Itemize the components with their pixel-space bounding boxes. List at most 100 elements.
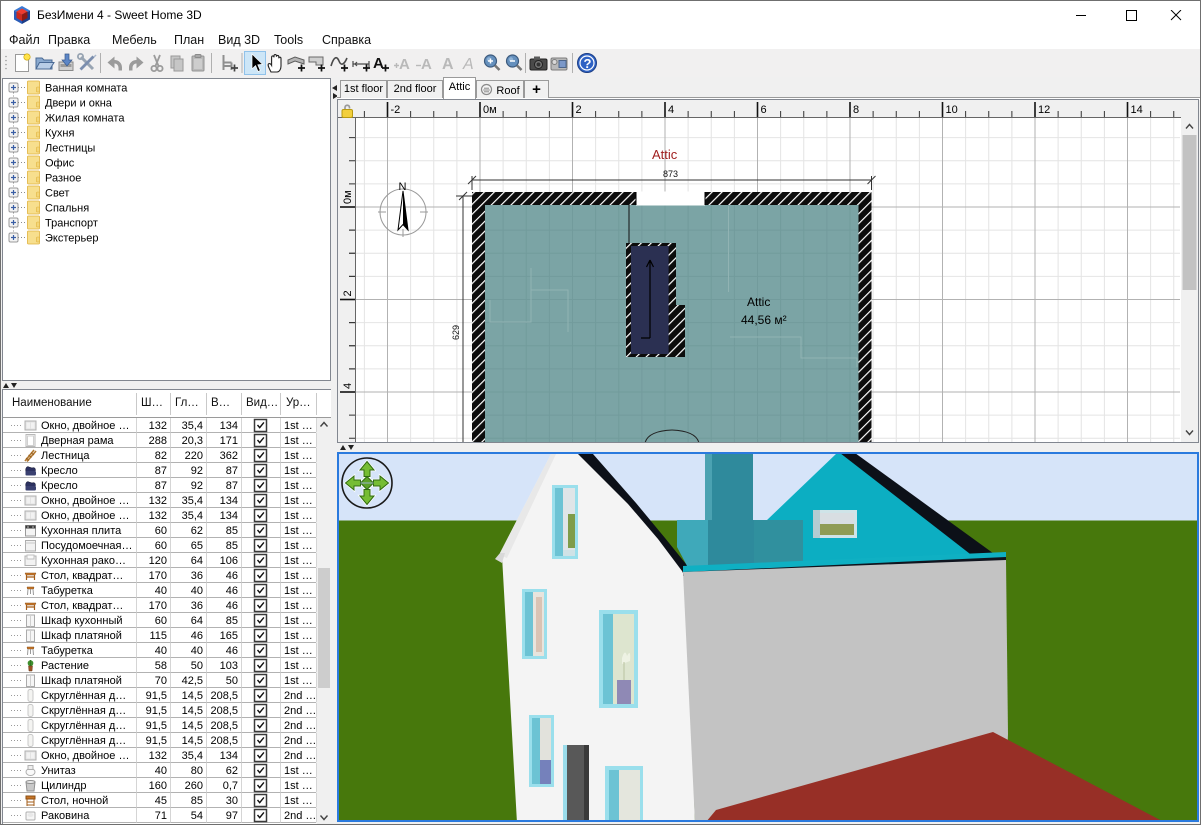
svg-text:1st …: 1st … xyxy=(284,525,313,537)
svg-text:1st …: 1st … xyxy=(284,495,313,507)
svg-text:14,5: 14,5 xyxy=(182,690,203,702)
svg-text:20,3: 20,3 xyxy=(182,435,203,447)
svg-text:Лестница: Лестница xyxy=(41,450,90,462)
svg-text:208,5: 208,5 xyxy=(210,705,238,717)
svg-text:170: 170 xyxy=(149,570,167,582)
svg-text:35,4: 35,4 xyxy=(182,420,203,432)
svg-text:873: 873 xyxy=(663,169,678,179)
svg-text:92: 92 xyxy=(191,465,203,477)
svg-text:Кресло: Кресло xyxy=(41,480,78,492)
svg-text:1st …: 1st … xyxy=(284,645,313,657)
svg-text:87: 87 xyxy=(226,480,238,492)
svg-text:0м: 0м xyxy=(342,190,354,204)
svg-text:106: 106 xyxy=(220,555,238,567)
svg-text:Скруглённая д…: Скруглённая д… xyxy=(41,720,126,732)
svg-text:2: 2 xyxy=(342,290,354,296)
svg-text:40: 40 xyxy=(191,645,203,657)
svg-text:91,5: 91,5 xyxy=(146,735,167,747)
svg-text:87: 87 xyxy=(155,480,167,492)
svg-text:46: 46 xyxy=(226,585,238,597)
svg-text:260: 260 xyxy=(185,780,203,792)
svg-text:A: A xyxy=(421,56,432,73)
svg-text:35,4: 35,4 xyxy=(182,510,203,522)
svg-text:42,5: 42,5 xyxy=(182,675,203,687)
svg-text:Окно, двойное …: Окно, двойное … xyxy=(41,750,129,762)
svg-text:Дверная рама: Дверная рама xyxy=(41,435,114,447)
svg-text:85: 85 xyxy=(226,525,238,537)
svg-text:36: 36 xyxy=(191,600,203,612)
svg-text:Разное: Разное xyxy=(45,173,81,185)
svg-text:132: 132 xyxy=(149,510,167,522)
svg-text:60: 60 xyxy=(155,525,167,537)
svg-text:Унитаз: Унитаз xyxy=(41,765,76,777)
svg-text:85: 85 xyxy=(191,795,203,807)
svg-text:1st …: 1st … xyxy=(284,780,313,792)
svg-text:40: 40 xyxy=(155,585,167,597)
svg-text:62: 62 xyxy=(226,765,238,777)
svg-text:10: 10 xyxy=(946,104,958,116)
svg-text:2nd …: 2nd … xyxy=(284,735,316,747)
svg-text:46: 46 xyxy=(226,570,238,582)
svg-text:4: 4 xyxy=(668,104,674,116)
svg-text:91,5: 91,5 xyxy=(146,720,167,732)
svg-text:58: 58 xyxy=(155,660,167,672)
svg-text:14,5: 14,5 xyxy=(182,720,203,732)
svg-text:Кухонная плита: Кухонная плита xyxy=(41,525,122,537)
svg-text:1st …: 1st … xyxy=(284,675,313,687)
svg-text:64: 64 xyxy=(191,555,203,567)
svg-text:Посудомоечная…: Посудомоечная… xyxy=(41,540,133,552)
svg-text:Attic: Attic xyxy=(747,295,770,309)
svg-text:0м: 0м xyxy=(483,104,497,116)
svg-text:Стол, квадрат…: Стол, квадрат… xyxy=(41,570,123,582)
svg-text:Транспорт: Транспорт xyxy=(45,218,98,230)
svg-text:Жилая комната: Жилая комната xyxy=(45,113,125,125)
svg-text:65: 65 xyxy=(191,540,203,552)
svg-text:1st …: 1st … xyxy=(284,585,313,597)
svg-text:Ванная комната: Ванная комната xyxy=(45,83,128,95)
svg-text:1st …: 1st … xyxy=(284,450,313,462)
svg-text:60: 60 xyxy=(155,540,167,552)
svg-text:171: 171 xyxy=(220,435,238,447)
svg-text:70: 70 xyxy=(155,675,167,687)
svg-text:629: 629 xyxy=(451,325,461,340)
svg-text:115: 115 xyxy=(149,630,167,642)
svg-text:1st …: 1st … xyxy=(284,765,313,777)
svg-text:160: 160 xyxy=(149,780,167,792)
svg-text:Офис: Офис xyxy=(45,158,75,170)
svg-text:91,5: 91,5 xyxy=(146,690,167,702)
svg-text:Шкаф платяной: Шкаф платяной xyxy=(41,675,122,687)
svg-text:165: 165 xyxy=(220,630,238,642)
svg-text:14,5: 14,5 xyxy=(182,735,203,747)
svg-text:40: 40 xyxy=(155,765,167,777)
svg-text:Лестницы: Лестницы xyxy=(45,143,95,155)
svg-text:-2: -2 xyxy=(391,104,401,116)
svg-text:Скруглённая д…: Скруглённая д… xyxy=(41,735,126,747)
svg-text:134: 134 xyxy=(220,510,238,522)
svg-text:Спальня: Спальня xyxy=(45,203,89,215)
svg-text:208,5: 208,5 xyxy=(210,720,238,732)
svg-text:132: 132 xyxy=(149,495,167,507)
svg-text:40: 40 xyxy=(155,645,167,657)
svg-text:2nd …: 2nd … xyxy=(284,720,316,732)
svg-text:0,7: 0,7 xyxy=(223,780,238,792)
svg-text:40: 40 xyxy=(191,585,203,597)
svg-text:1st …: 1st … xyxy=(284,555,313,567)
svg-text:2nd …: 2nd … xyxy=(284,705,316,717)
svg-text:2nd …: 2nd … xyxy=(284,750,316,762)
svg-text:134: 134 xyxy=(220,420,238,432)
svg-text:Табуретка: Табуретка xyxy=(41,645,94,657)
svg-text:120: 120 xyxy=(149,555,167,567)
svg-text:1st …: 1st … xyxy=(284,630,313,642)
svg-text:1st …: 1st … xyxy=(284,795,313,807)
svg-text:1st …: 1st … xyxy=(284,420,313,432)
svg-text:46: 46 xyxy=(226,645,238,657)
svg-text:80: 80 xyxy=(191,765,203,777)
svg-text:50: 50 xyxy=(226,675,238,687)
svg-text:2: 2 xyxy=(576,104,582,116)
svg-text:Кухонная рако…: Кухонная рако… xyxy=(41,555,126,567)
svg-text:Раковина: Раковина xyxy=(41,810,90,822)
svg-text:2nd …: 2nd … xyxy=(284,690,316,702)
svg-text:Шкаф кухонный: Шкаф кухонный xyxy=(41,615,123,627)
svg-text:35,4: 35,4 xyxy=(182,750,203,762)
svg-text:64: 64 xyxy=(191,615,203,627)
